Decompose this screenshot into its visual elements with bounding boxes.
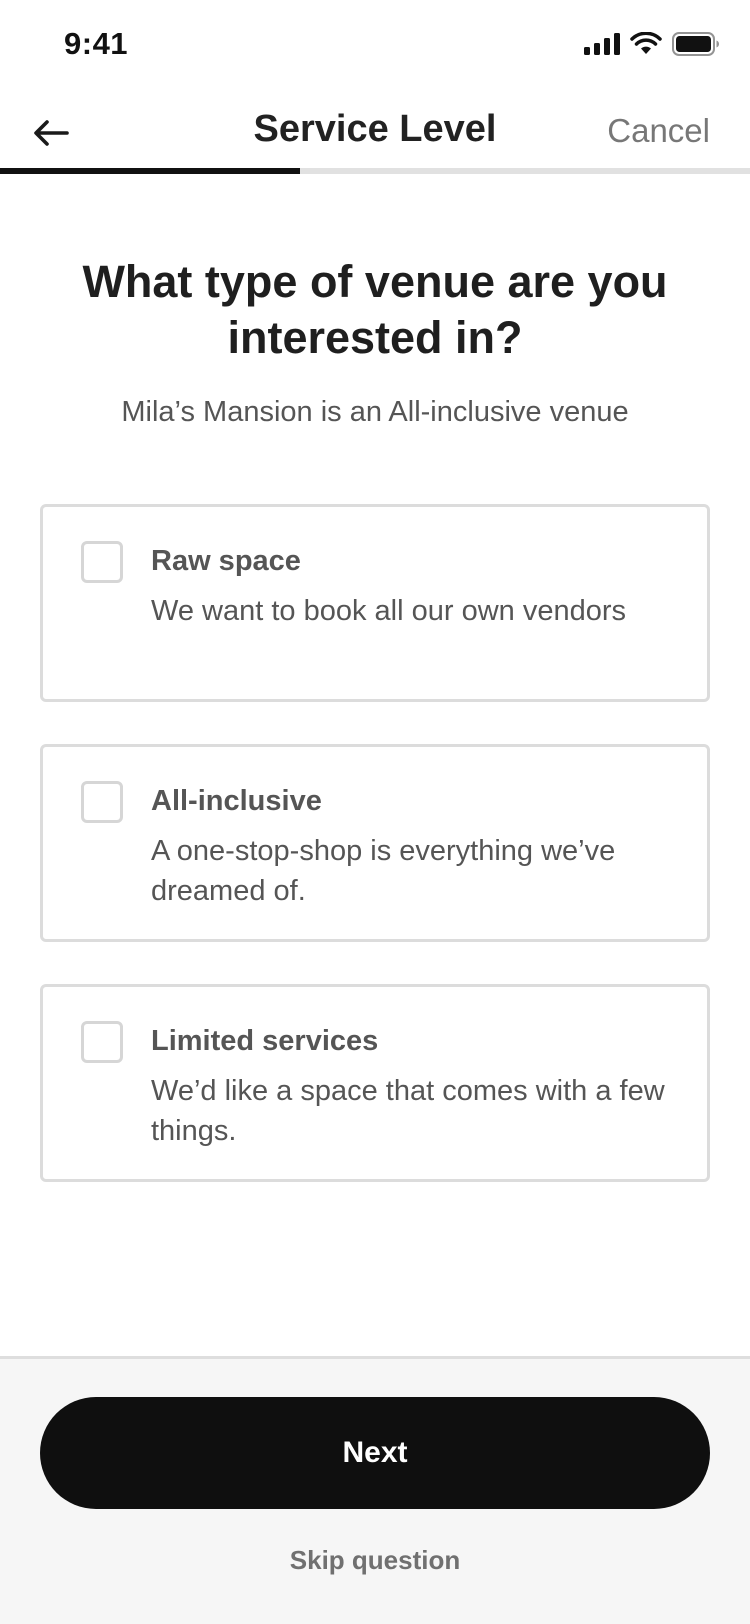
question-title: What type of venue are you interested in…	[82, 256, 668, 363]
option-description: We want to book all our own vendors	[151, 595, 627, 627]
checkbox[interactable]	[81, 541, 123, 583]
status-time: 9:41	[64, 26, 129, 61]
option-description: We’d like a space that comes with a few …	[151, 1075, 665, 1147]
back-button[interactable]	[28, 110, 74, 156]
cancel-button[interactable]: Cancel	[607, 112, 710, 150]
option-title: Raw space	[151, 545, 301, 577]
status-bar: 9:41	[0, 0, 750, 92]
option-description: A one-stop-shop is everything we’ve drea…	[151, 835, 616, 907]
venue-type-options: Raw space We want to book all our own ve…	[40, 504, 710, 1224]
footer: Next Skip question	[0, 1356, 750, 1624]
checkbox[interactable]	[81, 781, 123, 823]
question-subtitle: Mila’s Mansion is an All-inclusive venue	[121, 396, 629, 428]
option-title: All-inclusive	[151, 785, 322, 817]
checkbox[interactable]	[81, 1021, 123, 1063]
nav-bar: Service Level Cancel	[0, 92, 750, 172]
cellular-signal-icon	[584, 33, 620, 55]
battery-icon	[672, 32, 719, 56]
option-limited-services[interactable]: Limited services We’d like a space that …	[40, 984, 710, 1182]
skip-question-link[interactable]: Skip question	[0, 1545, 750, 1576]
status-icons	[584, 32, 720, 56]
wifi-icon	[630, 32, 662, 54]
next-button[interactable]: Next	[40, 1397, 710, 1509]
progress-bar	[0, 168, 750, 174]
option-raw-space[interactable]: Raw space We want to book all our own ve…	[40, 504, 710, 702]
progress-bar-fill	[0, 168, 300, 174]
arrow-left-icon	[34, 120, 69, 146]
option-all-inclusive[interactable]: All-inclusive A one-stop-shop is everyth…	[40, 744, 710, 942]
option-title: Limited services	[151, 1025, 379, 1057]
